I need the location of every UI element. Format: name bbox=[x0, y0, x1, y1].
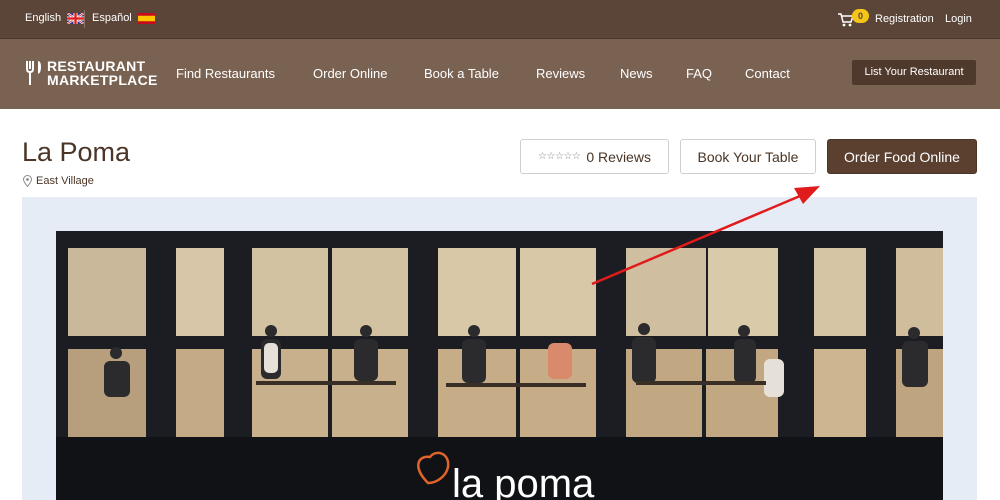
brand-line-2: MARKETPLACE bbox=[47, 72, 158, 88]
star-icon: ☆ bbox=[538, 151, 547, 162]
nav-find-restaurants[interactable]: Find Restaurants bbox=[176, 66, 275, 81]
restaurant-signage: la poma bbox=[452, 462, 595, 500]
registration-link[interactable]: Registration bbox=[875, 13, 934, 25]
restaurant-location-label: East Village bbox=[36, 175, 94, 187]
nav-order-online[interactable]: Order Online bbox=[313, 66, 387, 81]
order-food-online-button[interactable]: Order Food Online bbox=[827, 139, 977, 174]
star-rating: ☆☆☆☆☆ bbox=[538, 151, 581, 162]
spain-flag-icon bbox=[137, 12, 155, 24]
nav-book-a-table[interactable]: Book a Table bbox=[424, 66, 499, 81]
reviews-button[interactable]: ☆☆☆☆☆ 0 Reviews bbox=[520, 139, 669, 174]
reviews-count-label: 0 Reviews bbox=[586, 148, 651, 165]
nav-reviews[interactable]: Reviews bbox=[536, 66, 585, 81]
restaurant-title: La Poma bbox=[22, 137, 131, 167]
star-icon: ☆ bbox=[563, 151, 572, 162]
cart-count-badge: 0 bbox=[852, 9, 869, 23]
uk-flag-icon bbox=[67, 12, 85, 24]
list-your-restaurant-button[interactable]: List Your Restaurant bbox=[852, 60, 976, 85]
language-divider bbox=[84, 10, 85, 28]
language-english[interactable]: English bbox=[25, 12, 85, 24]
brand-line-1: RESTAURANT bbox=[47, 58, 146, 74]
restaurant-photo: la poma bbox=[56, 231, 943, 500]
book-table-button[interactable]: Book Your Table bbox=[680, 139, 816, 174]
nav-contact[interactable]: Contact bbox=[745, 66, 790, 81]
star-icon: ☆ bbox=[571, 151, 581, 162]
fork-knife-icon bbox=[26, 61, 41, 85]
map-pin-icon bbox=[23, 175, 32, 187]
star-icon: ☆ bbox=[546, 151, 556, 162]
restaurant-location: East Village bbox=[23, 175, 94, 187]
language-spanish[interactable]: Español bbox=[92, 12, 155, 24]
brand-logo[interactable]: RESTAURANT MARKETPLACE bbox=[47, 59, 158, 87]
language-spanish-label: Español bbox=[92, 12, 132, 24]
nav-news[interactable]: News bbox=[620, 66, 653, 81]
language-english-label: English bbox=[25, 12, 62, 24]
login-link[interactable]: Login bbox=[945, 13, 972, 25]
nav-faq[interactable]: FAQ bbox=[686, 66, 712, 81]
